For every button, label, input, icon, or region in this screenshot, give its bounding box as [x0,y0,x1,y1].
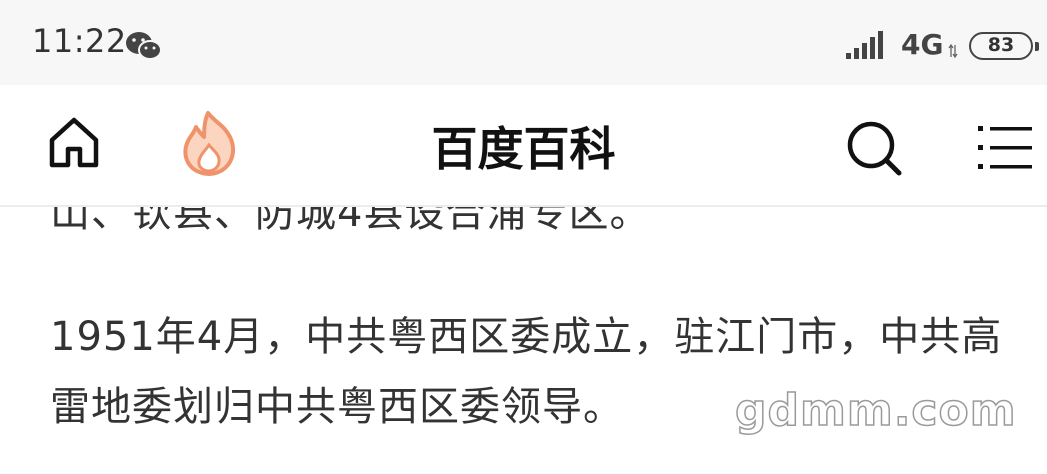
watermark: gdmm.com [734,384,1017,437]
menu-icon[interactable] [978,123,1034,173]
article-content: 山、钦县、防城4县设合浦专区。 1951年4月，中共粤西区委成立，驻江门市，中共… [0,207,1047,474]
signal-icon [846,31,883,59]
search-icon[interactable] [844,118,904,178]
partial-text-line: 山、钦县、防城4县设合浦专区。 [50,207,651,236]
battery-icon: 83 [969,32,1039,60]
status-time: 11:22 [32,22,127,60]
battery-level: 83 [987,34,1015,56]
status-bar: 11:22 4G 83 [0,0,1047,85]
network-type: 4G [901,28,944,61]
nav-bar: 百度百科 [0,85,1047,207]
wechat-icon [126,32,162,60]
net-arrows-icon [948,44,958,58]
